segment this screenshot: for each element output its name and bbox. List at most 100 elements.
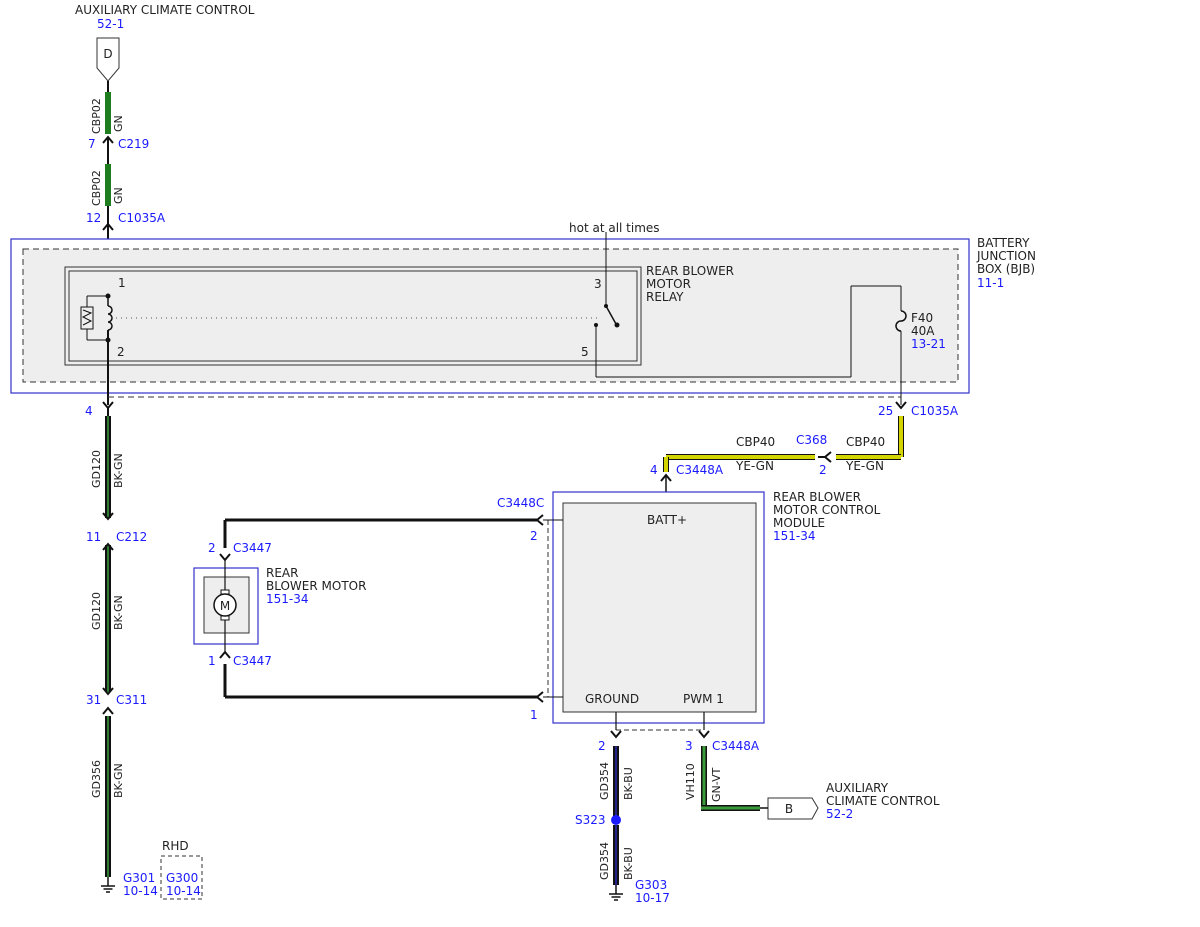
motor-symbol: M <box>220 599 230 613</box>
pwm-pin: 3 <box>685 739 693 753</box>
cbp40-b-circuit: CBP40 <box>846 435 885 449</box>
module-batt-label: BATT+ <box>647 513 687 527</box>
pwm-dest-ref[interactable]: 52-2 <box>826 807 853 821</box>
c368-chevron-icon <box>823 451 832 463</box>
module-ground-label: GROUND <box>585 692 639 706</box>
c3448c-label[interactable]: C3448C <box>497 496 544 510</box>
fuse-name: F40 <box>911 311 933 325</box>
motor-pin-top: 2 <box>208 541 216 555</box>
c3448c-pin1-chevron-icon <box>535 691 544 703</box>
c3448c-pin2-chevron-icon <box>535 514 544 526</box>
resistor-icon <box>80 306 94 330</box>
c3447-bottom-chevron-icon <box>219 650 231 659</box>
g300-ref[interactable]: 10-14 <box>166 884 201 898</box>
gd356-circuit: GD356 <box>90 760 103 798</box>
bjb-title-line2: JUNCTION <box>976 249 1036 263</box>
module-title-line1: REAR BLOWER <box>773 490 861 504</box>
splice-s323-icon[interactable] <box>611 815 621 825</box>
motor-ref[interactable]: 151-34 <box>266 592 309 606</box>
wire1-circuit-label: CBP02 <box>90 98 103 134</box>
c368-pin: 2 <box>819 463 827 477</box>
relay-pin-5: 5 <box>581 345 589 359</box>
pwm-dest-line1: AUXILIARY <box>826 781 889 795</box>
module-ref[interactable]: 151-34 <box>773 529 816 543</box>
module-title-line3: MODULE <box>773 516 825 530</box>
fuse-ref[interactable]: 13-21 <box>911 337 946 351</box>
c1035a-pin: 12 <box>86 211 101 225</box>
rhd-label: RHD <box>162 839 189 853</box>
wire1-color-label: GN <box>112 115 125 132</box>
bjb-out-connector-right[interactable]: C1035A <box>911 404 959 418</box>
gd120-lower-color: BK-GN <box>112 595 125 630</box>
gd354-upper-color: BK-BU <box>622 767 635 800</box>
gd354-lower-color: BK-BU <box>622 847 635 880</box>
cbp40-a-color: YE-GN <box>735 459 774 473</box>
c368-label[interactable]: C368 <box>796 433 827 447</box>
g300-label[interactable]: G300 <box>166 871 198 885</box>
module-pwm-chevron-icon <box>698 730 710 739</box>
module-ground-pin: 2 <box>598 739 606 753</box>
c311-lower-chevron-icon <box>102 706 114 715</box>
module-pwm-label: PWM 1 <box>683 692 724 706</box>
top-ref[interactable]: 52-1 <box>97 17 124 31</box>
hot-at-all-times-note: hot at all times <box>569 221 660 235</box>
c212-label[interactable]: C212 <box>116 530 147 544</box>
g303-label[interactable]: G303 <box>635 878 667 892</box>
bjb-inner <box>22 248 959 383</box>
module-ground-chevron-icon <box>610 730 622 739</box>
motor-conn-bottom[interactable]: C3447 <box>233 654 272 668</box>
bjb-out-pin-right: 25 <box>878 404 893 418</box>
gd120-lower-circuit: GD120 <box>90 592 103 630</box>
c3448a-batt-label[interactable]: C3448A <box>676 463 724 477</box>
gd354-lower-circuit: GD354 <box>598 842 611 880</box>
gd120-upper-color: BK-GN <box>112 453 125 488</box>
connector-b-letter: B <box>785 802 793 816</box>
bjb-title-line3: BOX (BJB) <box>977 262 1035 276</box>
c219-pin: 7 <box>88 137 96 151</box>
splice-s323-label[interactable]: S323 <box>575 813 606 827</box>
ground-g301-icon <box>101 885 115 893</box>
pwm-connector[interactable]: C3448A <box>712 739 760 753</box>
pwm-dest-line2: CLIMATE CONTROL <box>826 794 940 808</box>
cbp40-b-color: YE-GN <box>845 459 884 473</box>
cbp40-a-circuit: CBP40 <box>736 435 775 449</box>
c1035a-label[interactable]: C1035A <box>118 211 166 225</box>
relay-title-line2: MOTOR <box>646 277 691 291</box>
bjb-out-pin-left: 4 <box>85 404 93 418</box>
module-title-line2: MOTOR CONTROL <box>773 503 881 517</box>
connector-d-letter: D <box>103 47 112 61</box>
bjb-ref[interactable]: 11-1 <box>977 276 1004 290</box>
module-inner <box>562 502 757 713</box>
gd356-color: BK-GN <box>112 763 125 798</box>
motor-title-line2: BLOWER MOTOR <box>266 579 366 593</box>
g303-ref[interactable]: 10-17 <box>635 891 670 905</box>
c3448c-pin-2: 2 <box>530 529 538 543</box>
relay-title-line3: RELAY <box>646 290 684 304</box>
relay-pin-3: 3 <box>594 277 602 291</box>
vh110-circuit: VH110 <box>684 763 697 800</box>
wiring-diagram: AUXILIARY CLIMATE CONTROL 52-1 D CBP02 G… <box>10 3 1036 905</box>
g301-label[interactable]: G301 <box>123 871 155 885</box>
relay-title-line1: REAR BLOWER <box>646 264 734 278</box>
c3448a-batt-pin: 4 <box>650 463 658 477</box>
motor-title-line1: REAR <box>266 566 298 580</box>
g301-ref[interactable]: 10-14 <box>123 884 158 898</box>
relay-pin-1: 1 <box>118 276 126 290</box>
gd120-upper-circuit: GD120 <box>90 450 103 488</box>
c219-label[interactable]: C219 <box>118 137 149 151</box>
wire2-color-label: GN <box>112 187 125 204</box>
c3447-top-chevron-icon <box>219 553 231 562</box>
switch-contact <box>614 322 620 328</box>
motor-pin-bottom: 1 <box>208 654 216 668</box>
ground-g303-icon <box>609 893 623 901</box>
wire2-circuit-label: CBP02 <box>90 170 103 206</box>
fuse-rating: 40A <box>911 324 935 338</box>
motor-conn-top[interactable]: C3447 <box>233 541 272 555</box>
c311-label[interactable]: C311 <box>116 693 147 707</box>
c3448c-pin-1: 1 <box>530 708 538 722</box>
vh110-color: GN-VT <box>710 767 723 802</box>
bjb-title-line1: BATTERY <box>977 236 1030 250</box>
top-title: AUXILIARY CLIMATE CONTROL <box>75 3 255 17</box>
c311-pin: 31 <box>86 693 101 707</box>
gd354-upper-circuit: GD354 <box>598 762 611 800</box>
